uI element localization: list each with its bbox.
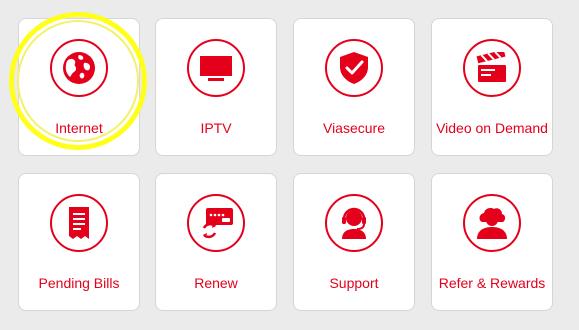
tile-refer-rewards[interactable]: Refer & Rewards [431,173,553,311]
tile-label: IPTV [200,120,232,136]
globe-icon [50,39,108,97]
tile-label: Refer & Rewards [438,275,546,291]
tile-viasecure[interactable]: Viasecure [293,18,415,156]
clapperboard-icon [463,39,521,97]
tile-internet[interactable]: Internet [18,18,140,156]
receipt-icon [50,194,108,252]
renew-card-icon [187,194,245,252]
tile-label: Viasecure [322,120,385,136]
tile-label: Support [329,275,379,291]
tile-label: Renew [194,275,238,291]
refer-user-icon [463,194,521,252]
tile-iptv[interactable]: IPTV [155,18,277,156]
headset-agent-icon [325,194,383,252]
tile-pending-bills[interactable]: Pending Bills [18,173,140,311]
tile-label: Pending Bills [38,275,120,291]
tile-renew[interactable]: Renew [155,173,277,311]
tile-label: Internet [55,120,103,136]
tile-support[interactable]: Support [293,173,415,311]
tile-video-on-demand[interactable]: Video on Demand [431,18,553,156]
tile-label: Video on Demand [436,120,548,136]
shield-check-icon [325,39,383,97]
tv-icon [187,39,245,97]
